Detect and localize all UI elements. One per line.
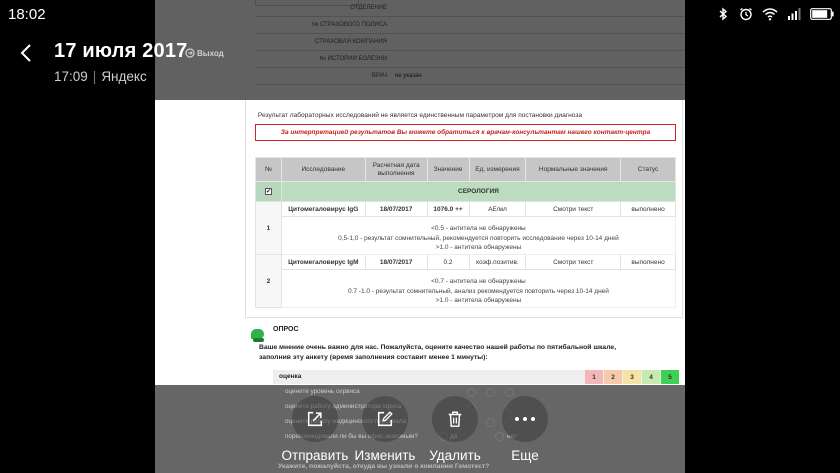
photo-source: Яндекс [101, 69, 147, 84]
more-icon [515, 417, 535, 421]
rating-3[interactable]: 3 [623, 370, 641, 384]
status-icons [716, 6, 834, 22]
exit-label: Выход [197, 48, 224, 58]
photo-subtitle: 17:09 | Яндекс [54, 69, 147, 84]
test-value: 1076.0 ++ [426, 201, 470, 217]
rating-header-row: оценка 1 2 3 4 5 [273, 370, 679, 384]
share-icon [307, 411, 323, 427]
survey-intro: Ваше мнение очень важно для нас. Пожалуй… [259, 344, 617, 361]
bluetooth-icon [719, 7, 728, 21]
back-arrow-icon[interactable] [18, 42, 36, 64]
test-status: выполнено [620, 254, 676, 270]
survey-title: ОПРОС [273, 326, 299, 333]
share-circle [292, 396, 338, 442]
wifi-icon [762, 8, 778, 21]
edit-icon [377, 411, 393, 427]
col-normal: Нормальные значения [525, 157, 622, 182]
delete-circle [432, 396, 478, 442]
ref-line: <0.7 - антитела не обнаружены [431, 278, 526, 286]
col-num: № [255, 157, 282, 182]
table-row: 1 Цитомегаловирус IgG 18/07/2017 1076.0 … [255, 201, 676, 255]
table-header-row: № Исследование Расчетная дата выполнения… [255, 157, 676, 182]
row-number: 2 [255, 254, 282, 308]
test-date: 18/07/2017 [364, 254, 428, 270]
patient-info-row: ВРАЧ не указан [255, 68, 685, 85]
more-circle [502, 396, 548, 442]
checkbox-icon: ✔ [264, 188, 272, 195]
test-name: Цитомегаловирус IgM [280, 254, 366, 270]
exit-icon [185, 48, 195, 58]
test-value: 0.2 [426, 254, 470, 270]
rating-label: оценка [279, 373, 302, 380]
table-row-ref: <0.5 - антитела не обнаружены 0,5-1,0 - … [256, 216, 677, 255]
test-date: 18/07/2017 [364, 201, 428, 217]
alarm-icon [740, 7, 752, 21]
rating-2[interactable]: 2 [604, 370, 622, 384]
test-status: выполнено [620, 201, 676, 217]
table-row-ref: <0.7 - антитела не обнаружены 0.7 -1.0 -… [256, 269, 677, 308]
battery-icon [810, 8, 834, 20]
col-value: Значение [426, 157, 470, 182]
photo-time: 17:09 [54, 69, 88, 84]
patient-info-row: № ИСТОРИИ БОЛЕЗНИ [255, 51, 685, 68]
col-test: Исследование [280, 157, 366, 182]
section-checkbox[interactable]: ✔ [255, 181, 282, 202]
results-table: № Исследование Расчетная дата выполнения… [255, 157, 677, 308]
warning-box: За интерпретацией результатов Вы можете … [255, 124, 676, 141]
col-status: Статус [620, 157, 676, 182]
ref-line: >1.0 - антитела обнаружены [435, 297, 522, 305]
col-unit: Ед. измерения [468, 157, 527, 182]
survey-question: оцените уровень сервиса [285, 388, 360, 395]
section-title: СЕРОЛОГИЯ [280, 181, 677, 202]
more-label: Еще [511, 448, 539, 463]
trash-icon [448, 411, 462, 427]
reference-text: <0.7 - антитела не обнаружены 0.7 -1.0 -… [280, 269, 677, 308]
test-name: Цитомегаловирус IgG [280, 201, 366, 217]
rating-1[interactable]: 1 [585, 370, 603, 384]
test-normal: Смотри текст [525, 254, 622, 270]
lab-note: Результат лабораторных исследований не я… [257, 112, 583, 119]
row-number: 1 [255, 201, 282, 255]
rating-5[interactable]: 5 [661, 370, 679, 384]
exit-link: Выход [185, 48, 224, 58]
patient-info-row: СТРАХОВАЯ КОМПАНИЯ [255, 34, 685, 51]
signal-icon [788, 8, 801, 20]
photo-date-title: 17 июля 2017 [54, 40, 188, 62]
chat-bubble-icon-base [253, 338, 264, 342]
status-time: 18:02 [8, 6, 46, 23]
table-row: 2 Цитомегаловирус IgM 18/07/2017 0.2 коэ… [255, 254, 676, 308]
section-row: ✔ СЕРОЛОГИЯ [255, 181, 677, 202]
ref-line: 0,5-1,0 - результат сомнительный, рекоме… [338, 234, 619, 242]
ref-line: 0.7 -1.0 - результат сомнительный, анали… [347, 287, 609, 295]
more-button[interactable]: Еще [480, 396, 570, 463]
reference-text: <0.5 - антитела не обнаружены 0,5-1,0 - … [280, 216, 677, 255]
action-bar: Отправить Изменить Удалить Еще [0, 396, 840, 473]
col-date: Расчетная дата выполнения [364, 157, 428, 182]
edit-circle [362, 396, 408, 442]
test-normal: Смотри текст [525, 201, 622, 217]
rating-4[interactable]: 4 [642, 370, 660, 384]
test-unit: АЕ/мл [468, 201, 527, 217]
ref-line: >1.0 - антитела обнаружены [435, 244, 522, 252]
ref-line: <0.5 - антитела не обнаружены [431, 225, 526, 233]
status-bar: 18:02 [0, 0, 840, 28]
test-unit: коэф.позитив. [468, 254, 527, 270]
